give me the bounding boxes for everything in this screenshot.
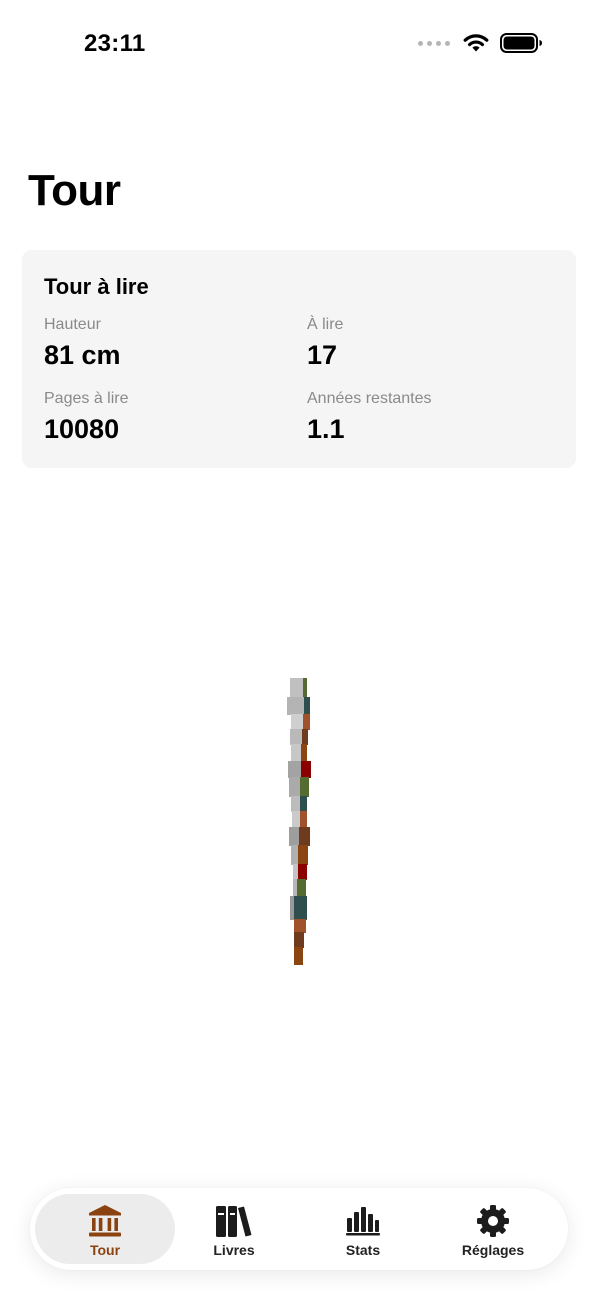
tab-label: Stats [345, 1242, 381, 1258]
tower-book[interactable] [300, 796, 307, 812]
stat-height: Hauteur 81 cm [44, 316, 121, 371]
tower-book[interactable] [302, 729, 308, 745]
tower-book[interactable] [294, 932, 304, 948]
battery-icon [500, 33, 542, 53]
tab-label: Réglages [461, 1242, 525, 1258]
tower-book[interactable] [294, 919, 306, 933]
gear-icon [473, 1203, 513, 1239]
status-bar: 23:11 [0, 0, 598, 90]
tower-book[interactable] [303, 678, 307, 698]
summary-card-title: Tour à lire [44, 274, 149, 299]
tower-book[interactable] [300, 777, 309, 797]
tower-book[interactable] [300, 811, 307, 828]
tab-label: Tour [89, 1242, 121, 1258]
status-icons [418, 32, 544, 54]
summary-card: Tour à lire Hauteur 81 cm À lire 17 Page… [22, 250, 576, 468]
tower-book[interactable] [301, 744, 307, 762]
bank-icon [85, 1203, 125, 1239]
stat-value: 17 [307, 340, 338, 370]
tower-book[interactable] [294, 896, 307, 920]
tower-book[interactable] [301, 761, 311, 778]
tab-livres[interactable]: Livres [164, 1194, 304, 1264]
signal-dots-icon [418, 40, 450, 46]
page-title: Tour [28, 166, 121, 215]
books-icon [214, 1203, 254, 1239]
stat-label: Années restantes [307, 390, 432, 407]
stat-value: 81 cm [44, 340, 121, 370]
tower-book[interactable] [294, 947, 303, 965]
tower-book[interactable] [298, 845, 308, 865]
tower-book[interactable] [288, 761, 302, 778]
tab-stats[interactable]: Stats [293, 1194, 433, 1264]
tower-book[interactable] [290, 678, 304, 698]
tower-book[interactable] [297, 879, 306, 897]
tower-book[interactable] [304, 697, 310, 715]
tab-bar: Tour Livres Stats Réglages [30, 1188, 568, 1270]
stat-to-read: À lire 17 [307, 316, 343, 371]
chart-bars-icon [343, 1203, 383, 1239]
wifi-icon [463, 34, 489, 52]
stat-value: 10080 [44, 414, 120, 444]
stat-pages-to-read: Pages à lire 10080 [44, 390, 129, 445]
stat-label: À lire [307, 316, 344, 333]
stat-label: Pages à lire [44, 390, 129, 407]
stat-value: 1.1 [307, 414, 345, 444]
tower-book[interactable] [287, 697, 305, 715]
stat-label: Hauteur [44, 316, 101, 333]
tab-label: Livres [213, 1242, 255, 1258]
tab-reglages[interactable]: Réglages [423, 1194, 563, 1264]
tower-book[interactable] [299, 827, 310, 846]
status-time: 23:11 [84, 30, 146, 57]
stat-years-remaining: Années restantes 1.1 [307, 390, 432, 445]
tower-book[interactable] [298, 864, 307, 880]
tab-tour[interactable]: Tour [35, 1194, 175, 1264]
tower-book[interactable] [303, 714, 310, 730]
